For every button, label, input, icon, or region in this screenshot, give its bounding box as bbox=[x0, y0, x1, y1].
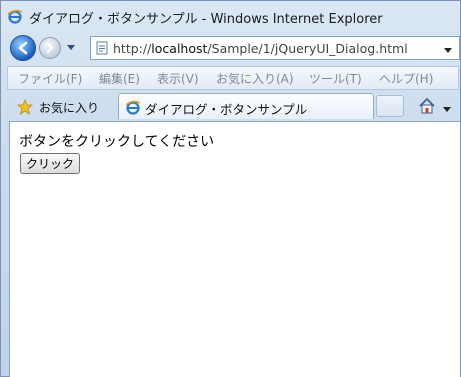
url-host: localhost bbox=[151, 41, 208, 56]
new-tab-button[interactable] bbox=[376, 95, 404, 117]
menu-favorites[interactable]: お気に入り(A) bbox=[216, 70, 294, 87]
history-dropdown-icon[interactable] bbox=[65, 41, 77, 53]
instruction-text: ボタンをクリックしてください bbox=[19, 134, 215, 150]
url-path: /Sample/1/jQueryUI_Dialog.html bbox=[207, 41, 408, 56]
window-title: ダイアログ・ボタンサンプル - Windows Internet Explore… bbox=[29, 12, 383, 27]
menu-view[interactable]: 表示(V) bbox=[157, 70, 199, 87]
page-content: ボタンをクリックしてください クリック bbox=[9, 121, 460, 377]
menu-help[interactable]: ヘルプ(H) bbox=[379, 70, 433, 87]
page-icon bbox=[95, 41, 109, 55]
forward-arrow-icon bbox=[47, 43, 54, 53]
forward-button[interactable] bbox=[39, 37, 61, 59]
tab-row: お気に入り ダイアログ・ボタンサンプル bbox=[7, 92, 459, 120]
browser-window: ダイアログ・ボタンサンプル - Windows Internet Explore… bbox=[0, 0, 461, 377]
menu-tools[interactable]: ツール(T) bbox=[309, 70, 362, 87]
address-bar[interactable]: http://localhost/Sample/1/jQueryUI_Dialo… bbox=[90, 36, 460, 60]
back-button[interactable] bbox=[10, 35, 36, 61]
favorites-star-icon bbox=[16, 98, 34, 115]
home-icon[interactable] bbox=[417, 96, 437, 116]
tab-active[interactable]: ダイアログ・ボタンサンプル bbox=[118, 93, 374, 119]
url-text[interactable]: http://localhost/Sample/1/jQueryUI_Dialo… bbox=[113, 41, 408, 56]
ie-logo-icon bbox=[125, 99, 141, 115]
menu-edit[interactable]: 編集(E) bbox=[99, 70, 140, 87]
menu-file[interactable]: ファイル(F) bbox=[18, 70, 82, 87]
home-dropdown-icon[interactable] bbox=[443, 102, 451, 112]
favorites-label: お気に入り bbox=[39, 101, 100, 115]
click-button[interactable]: クリック bbox=[20, 153, 80, 174]
back-arrow-icon bbox=[18, 41, 28, 55]
title-bar: ダイアログ・ボタンサンプル - Windows Internet Explore… bbox=[1, 1, 460, 31]
favorites-button[interactable]: お気に入り bbox=[15, 96, 111, 118]
ie-logo-icon bbox=[7, 8, 23, 24]
url-prefix: http:// bbox=[113, 41, 152, 56]
tab-label: ダイアログ・ボタンサンプル bbox=[145, 102, 308, 117]
address-dropdown-icon[interactable] bbox=[443, 44, 453, 53]
menu-bar: ファイル(F) 編集(E) 表示(V) お気に入り(A) ツール(T) ヘルプ(… bbox=[7, 66, 459, 90]
